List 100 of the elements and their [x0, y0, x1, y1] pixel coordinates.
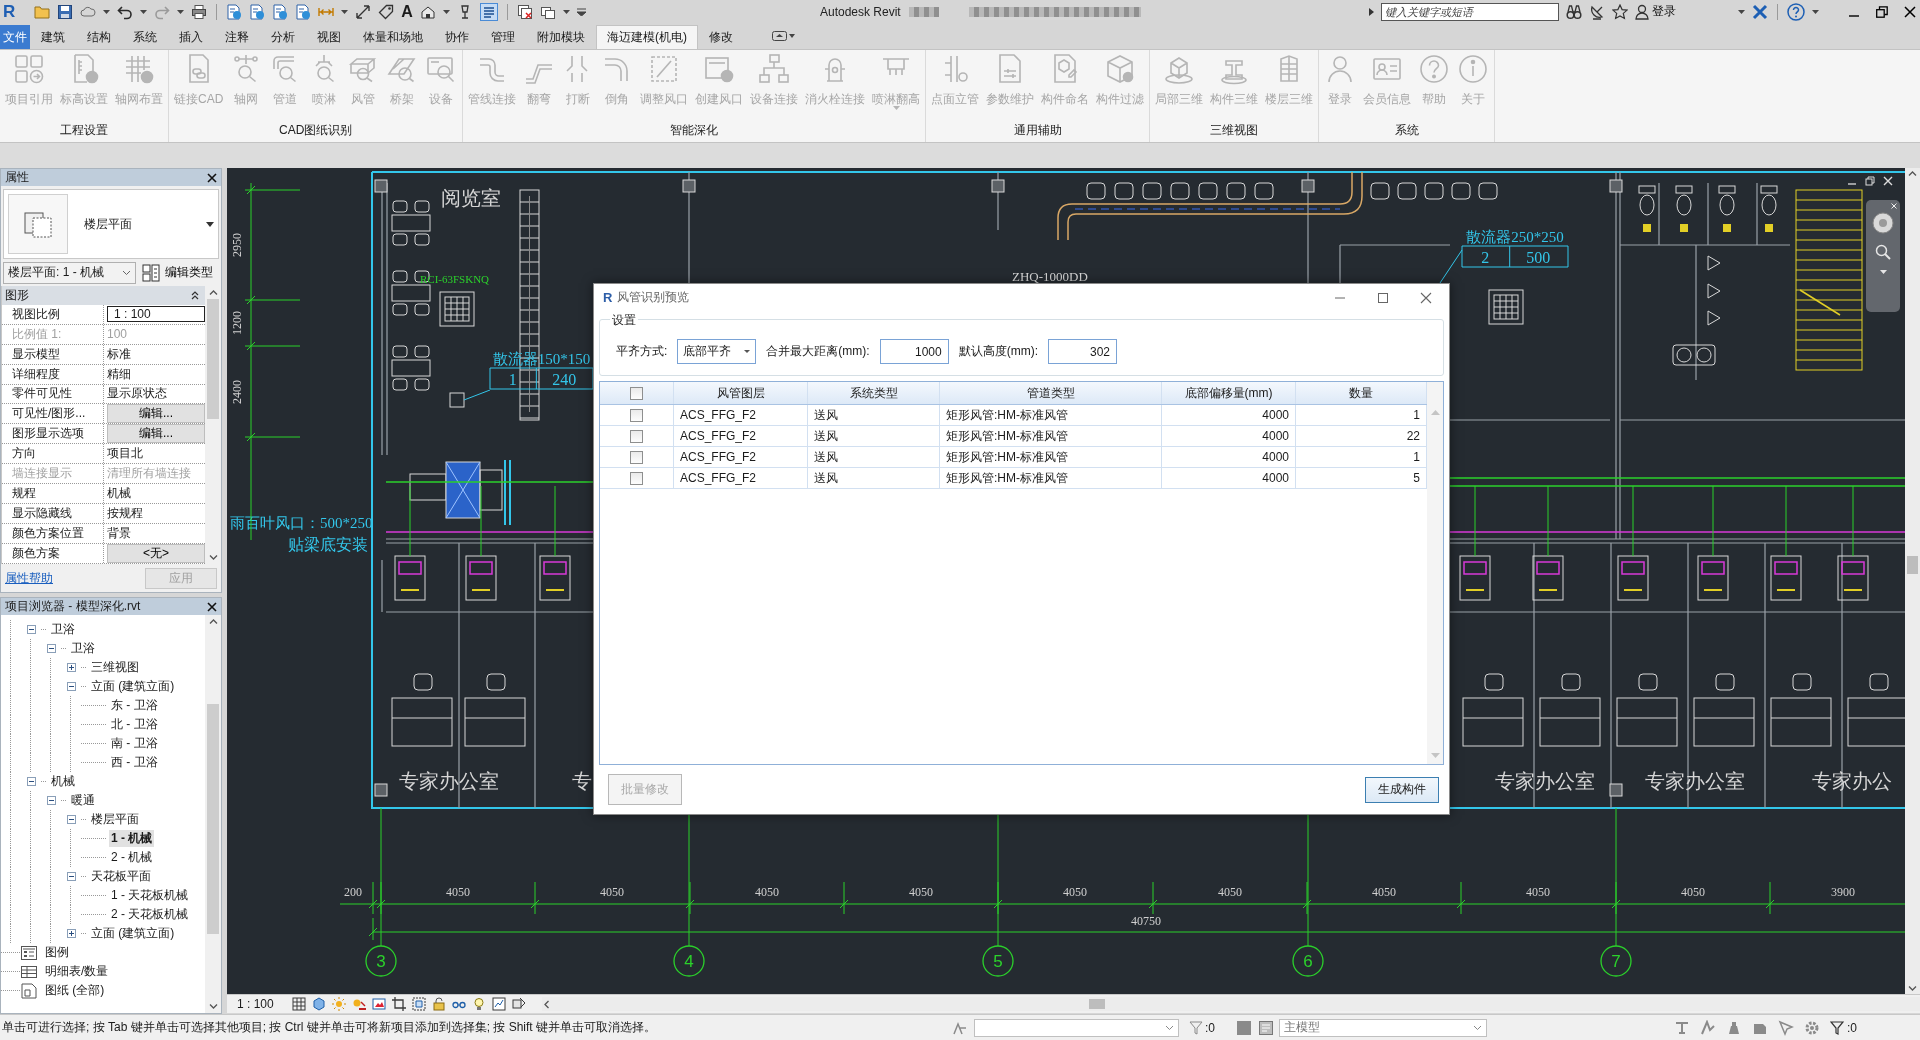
- scroll-down-icon[interactable]: [208, 1004, 218, 1009]
- lightbulb-icon[interactable]: [471, 997, 486, 1011]
- lined-square-icon[interactable]: [1259, 1020, 1273, 1035]
- caret-icon[interactable]: [1738, 9, 1745, 14]
- align-dropdown[interactable]: 底部平齐: [677, 339, 757, 364]
- tree-item[interactable]: 2 - 天花板机械: [109, 906, 191, 923]
- collapse-box-icon[interactable]: [26, 625, 36, 634]
- height-field[interactable]: 302: [1048, 339, 1117, 364]
- chart-icon[interactable]: [491, 997, 506, 1011]
- menu-tab[interactable]: 建筑: [30, 25, 76, 49]
- zoom-icon[interactable]: [1875, 244, 1891, 260]
- scroll-thumb[interactable]: [1907, 556, 1918, 574]
- value-button[interactable]: 编辑...: [107, 424, 205, 444]
- menu-tab[interactable]: 系统: [122, 25, 168, 49]
- help-icon[interactable]: [1787, 2, 1805, 21]
- caret-icon[interactable]: [562, 9, 570, 14]
- checkbox[interactable]: [630, 450, 643, 464]
- maximize-icon[interactable]: [1377, 291, 1389, 304]
- cross-logo-icon[interactable]: [1752, 3, 1768, 20]
- undo-icon[interactable]: [117, 3, 134, 20]
- tree-item[interactable]: 南 - 卫浴: [109, 735, 160, 752]
- close-windows-icon[interactable]: [516, 3, 533, 20]
- expand-box-icon[interactable]: [66, 663, 76, 672]
- scroll-up-icon[interactable]: [208, 619, 218, 624]
- filter-icon[interactable]: [1830, 1020, 1844, 1035]
- caret-icon[interactable]: [1812, 9, 1819, 14]
- picture-icon[interactable]: [371, 997, 386, 1011]
- document-icon[interactable]: [226, 3, 243, 20]
- edit-type-button[interactable]: 编辑类型: [142, 263, 213, 282]
- scrollbar[interactable]: [205, 615, 221, 1013]
- i-beam-icon[interactable]: [1674, 1019, 1690, 1036]
- column-header[interactable]: 风管图层: [674, 382, 808, 404]
- crop-icon[interactable]: [391, 997, 406, 1011]
- menu-tab[interactable]: 结构: [76, 25, 122, 49]
- column-header[interactable]: 管道类型: [940, 382, 1162, 404]
- tree-item[interactable]: 2 - 机械: [109, 849, 155, 866]
- scroll-down-icon[interactable]: [208, 555, 218, 560]
- scroll-thumb[interactable]: [1088, 999, 1105, 1009]
- tree-item[interactable]: 图例: [43, 944, 71, 961]
- menu-tab[interactable]: 附加模块: [526, 25, 596, 49]
- column-header[interactable]: 底部偏移量(mm): [1162, 382, 1296, 404]
- collapse-box-icon[interactable]: [66, 815, 76, 824]
- sun-shadow-icon[interactable]: [351, 997, 366, 1011]
- menu-tab[interactable]: 体量和场地: [352, 25, 434, 49]
- scale-button[interactable]: 1 : 100: [237, 997, 274, 1011]
- collapse-box-icon[interactable]: [66, 872, 76, 881]
- checkbox[interactable]: [630, 386, 643, 400]
- menu-tab[interactable]: 文件: [0, 25, 30, 49]
- collapse-box-icon[interactable]: [46, 644, 56, 653]
- tree-item[interactable]: 楼层平面: [89, 811, 141, 828]
- tag-icon[interactable]: [378, 3, 395, 20]
- scroll-thumb[interactable]: [207, 299, 219, 419]
- tree-item[interactable]: 1 - 机械: [109, 830, 155, 847]
- menu-tab[interactable]: 插入: [168, 25, 214, 49]
- search-field[interactable]: 键入关键字或短语: [1381, 2, 1559, 21]
- caret-icon[interactable]: [103, 9, 111, 14]
- cube-icon[interactable]: [311, 997, 326, 1011]
- model-dropdown[interactable]: 主模型: [1279, 1018, 1487, 1037]
- scroll-up-icon[interactable]: [208, 290, 218, 295]
- dialog-button[interactable]: 生成构件: [1365, 776, 1439, 803]
- menu-tab[interactable]: 注释: [214, 25, 260, 49]
- help-link[interactable]: 属性帮助: [5, 569, 53, 587]
- tree-item[interactable]: 天花板平面: [89, 868, 153, 885]
- tree-item[interactable]: 三维视图: [89, 659, 141, 676]
- collapse-box-icon[interactable]: [66, 682, 76, 691]
- caret-icon[interactable]: [341, 9, 349, 14]
- steering-wheel-icon[interactable]: [1872, 212, 1894, 234]
- document-icon[interactable]: [272, 3, 289, 20]
- caret-icon[interactable]: [177, 9, 185, 14]
- text-tool-button[interactable]: A: [401, 2, 413, 21]
- tree-item[interactable]: 明细表/数量: [43, 963, 111, 980]
- scroll-left-icon[interactable]: [543, 999, 549, 1009]
- sign-in-button[interactable]: 登录: [1635, 3, 1676, 20]
- scrollbar[interactable]: [1905, 168, 1920, 994]
- cursor-icon[interactable]: [1778, 1019, 1794, 1036]
- funnel-icon[interactable]: [1189, 1020, 1203, 1035]
- tree-item[interactable]: 东 - 卫浴: [109, 697, 160, 714]
- satellite-dish-icon[interactable]: [1589, 3, 1605, 20]
- tree-item[interactable]: 机械: [49, 773, 77, 790]
- value-button[interactable]: 编辑...: [107, 404, 205, 424]
- menu-tab[interactable]: 海迈建模(机电): [596, 25, 698, 49]
- horizontal-scrollbar[interactable]: [541, 997, 1920, 1011]
- list-icon[interactable]: [479, 2, 498, 21]
- double-arrow-icon[interactable]: [355, 3, 372, 20]
- menu-tab[interactable]: 分析: [260, 25, 306, 49]
- tree-item[interactable]: 立面 (建筑立面): [89, 925, 177, 942]
- collapse-box-icon[interactable]: [46, 796, 56, 805]
- document-icon[interactable]: [249, 3, 266, 20]
- customize-icon[interactable]: [576, 7, 586, 16]
- menu-tab[interactable]: 协作: [434, 25, 480, 49]
- value-button[interactable]: <无>: [107, 543, 205, 563]
- lock-icon[interactable]: [431, 997, 446, 1011]
- expand-box-icon[interactable]: [66, 929, 76, 938]
- tree-item[interactable]: 北 - 卫浴: [109, 716, 160, 733]
- document-icon[interactable]: [295, 3, 312, 20]
- menu-tab[interactable]: 修改: [698, 25, 744, 49]
- section-header[interactable]: 图形: [2, 286, 205, 305]
- scroll-thumb[interactable]: [207, 704, 219, 934]
- logo[interactable]: R: [3, 1, 16, 22]
- gear-icon[interactable]: [1804, 1019, 1820, 1036]
